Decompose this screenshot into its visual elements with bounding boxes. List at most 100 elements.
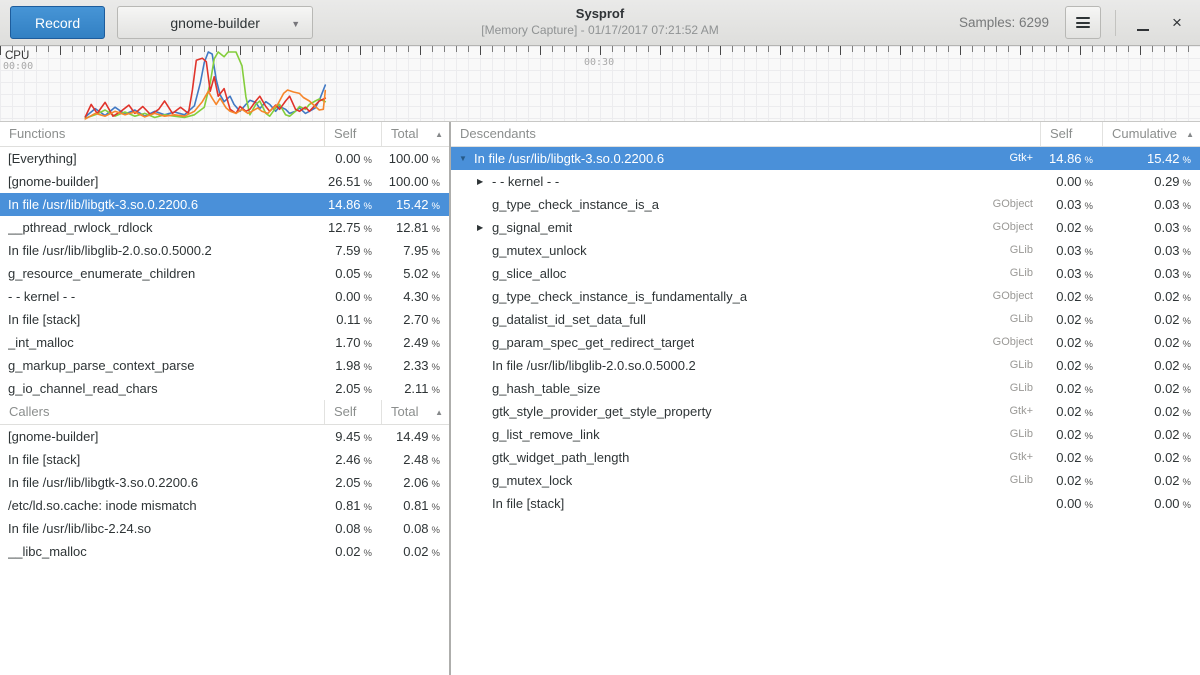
library-tag: GLib (1010, 377, 1040, 400)
expander-icon[interactable]: ▼ (459, 147, 474, 170)
record-button[interactable]: Record (10, 6, 105, 39)
library-tag: Gtk+ (1009, 147, 1040, 170)
cpu-timeline[interactable]: CPU 00:00 00:30 (0, 46, 1200, 122)
table-row[interactable]: In file [stack] 2.46% 2.48% (0, 448, 449, 471)
close-button[interactable]: × (1160, 6, 1194, 40)
tree-row[interactable]: g_datalist_id_set_data_full GLib 0.02% 0… (451, 308, 1200, 331)
tree-row[interactable]: g_type_check_instance_is_a GObject 0.03%… (451, 193, 1200, 216)
cumulative-percent: 0.02% (1102, 469, 1200, 492)
tree-row[interactable]: gtk_widget_path_length Gtk+ 0.02% 0.02% (451, 446, 1200, 469)
table-row[interactable]: /etc/ld.so.cache: inode mismatch 0.81% 0… (0, 494, 449, 517)
library-tag: GLib (1010, 423, 1040, 446)
tree-row[interactable]: In file [stack] 0.00% 0.00% (451, 492, 1200, 515)
total-percent: 5.02% (381, 262, 449, 285)
tree-row[interactable]: ▼ In file /usr/lib/libgtk-3.so.0.2200.6 … (451, 147, 1200, 170)
tree-row[interactable]: ▶ g_signal_emit GObject 0.02% 0.03% (451, 216, 1200, 239)
tree-row[interactable]: g_slice_alloc GLib 0.03% 0.03% (451, 262, 1200, 285)
function-name: - - kernel - - (8, 285, 75, 308)
cumulative-percent: 0.02% (1102, 423, 1200, 446)
tree-row[interactable]: g_param_spec_get_redirect_target GObject… (451, 331, 1200, 354)
descendants-cumulative-column-header[interactable]: ▲ Cumulative (1102, 122, 1200, 146)
function-name: g_list_remove_link (492, 423, 600, 446)
self-percent: 0.00% (324, 285, 381, 308)
headerbar: Record gnome-builder ▼ Sysprof [Memory C… (0, 0, 1200, 46)
process-selector-dropdown[interactable]: gnome-builder ▼ (117, 6, 313, 39)
total-percent: 100.00% (381, 170, 449, 193)
table-row[interactable]: _int_malloc 1.70% 2.49% (0, 331, 449, 354)
functions-self-column-header[interactable]: Self (324, 122, 381, 146)
functions-table-body: [Everything] 0.00% 100.00% [gnome-builde… (0, 147, 449, 400)
function-name: [gnome-builder] (8, 425, 98, 448)
menu-button[interactable] (1065, 6, 1101, 39)
tree-row[interactable]: g_mutex_lock GLib 0.02% 0.02% (451, 469, 1200, 492)
expander-icon[interactable]: ▶ (477, 216, 492, 239)
function-name: _int_malloc (8, 331, 74, 354)
self-percent: 0.02% (1040, 400, 1102, 423)
total-percent: 15.42% (381, 193, 449, 216)
table-row[interactable]: In file /usr/lib/libc-2.24.so 0.08% 0.08… (0, 517, 449, 540)
descendants-table-body: ▼ In file /usr/lib/libgtk-3.so.0.2200.6 … (451, 147, 1200, 515)
self-percent: 0.02% (324, 540, 381, 563)
time-label-start: 00:00 (3, 61, 33, 72)
table-row[interactable]: In file /usr/lib/libglib-2.0.so.0.5000.2… (0, 239, 449, 262)
sysprof-window: Record gnome-builder ▼ Sysprof [Memory C… (0, 0, 1200, 675)
table-row[interactable]: g_io_channel_read_chars 2.05% 2.11% (0, 377, 449, 400)
tree-row[interactable]: g_type_check_instance_is_fundamentally_a… (451, 285, 1200, 308)
self-percent: 0.02% (1040, 377, 1102, 400)
library-tag: GLib (1010, 469, 1040, 492)
tree-row[interactable]: g_mutex_unlock GLib 0.03% 0.03% (451, 239, 1200, 262)
callers-self-column-header[interactable]: Self (324, 400, 381, 424)
functions-column-header[interactable]: Functions (0, 122, 324, 146)
minimize-button[interactable] (1126, 6, 1160, 40)
chevron-down-icon: ▼ (291, 19, 300, 29)
library-tag: Gtk+ (1009, 446, 1040, 469)
table-row[interactable]: __libc_malloc 0.02% 0.02% (0, 540, 449, 563)
total-percent: 2.48% (381, 448, 449, 471)
sort-ascending-icon: ▲ (1186, 123, 1194, 146)
tree-row[interactable]: In file /usr/lib/libglib-2.0.so.0.5000.2… (451, 354, 1200, 377)
function-name: In file [stack] (8, 448, 80, 471)
table-row[interactable]: In file /usr/lib/libgtk-3.so.0.2200.6 2.… (0, 471, 449, 494)
function-name: [Everything] (8, 147, 77, 170)
cumulative-percent: 0.02% (1102, 446, 1200, 469)
table-row[interactable]: In file /usr/lib/libgtk-3.so.0.2200.6 14… (0, 193, 449, 216)
total-percent: 2.70% (381, 308, 449, 331)
descendants-self-column-header[interactable]: Self (1040, 122, 1102, 146)
close-icon: × (1172, 14, 1182, 31)
function-name: In file [stack] (8, 308, 80, 331)
left-pane: Functions Self ▲ Total [Everything] 0.00… (0, 122, 449, 675)
expander-icon[interactable]: ▶ (477, 170, 492, 193)
functions-total-column-header[interactable]: ▲ Total (381, 122, 449, 146)
callers-total-column-header[interactable]: ▲ Total (381, 400, 449, 424)
self-percent: 0.00% (1040, 170, 1102, 193)
sort-ascending-icon: ▲ (435, 123, 443, 146)
table-row[interactable]: [gnome-builder] 9.45% 14.49% (0, 425, 449, 448)
tree-row[interactable]: g_hash_table_size GLib 0.02% 0.02% (451, 377, 1200, 400)
cumulative-percent: 0.00% (1102, 492, 1200, 515)
self-percent: 14.86% (324, 193, 381, 216)
table-row[interactable]: - - kernel - - 0.00% 4.30% (0, 285, 449, 308)
function-name: g_markup_parse_context_parse (8, 354, 194, 377)
cumulative-percent: 0.02% (1102, 331, 1200, 354)
total-percent: 2.33% (381, 354, 449, 377)
tree-row[interactable]: gtk_style_provider_get_style_property Gt… (451, 400, 1200, 423)
table-row[interactable]: In file [stack] 0.11% 2.70% (0, 308, 449, 331)
table-row[interactable]: g_markup_parse_context_parse 1.98% 2.33% (0, 354, 449, 377)
library-tag: GLib (1010, 262, 1040, 285)
descendants-column-header[interactable]: Descendants (451, 122, 1040, 146)
tree-row[interactable]: ▶ - - kernel - - 0.00% 0.29% (451, 170, 1200, 193)
tree-row[interactable]: g_list_remove_link GLib 0.02% 0.02% (451, 423, 1200, 446)
table-row[interactable]: [Everything] 0.00% 100.00% (0, 147, 449, 170)
table-row[interactable]: g_resource_enumerate_children 0.05% 5.02… (0, 262, 449, 285)
callers-column-header[interactable]: Callers (0, 400, 324, 424)
total-percent: 7.95% (381, 239, 449, 262)
table-row[interactable]: [gnome-builder] 26.51% 100.00% (0, 170, 449, 193)
self-percent: 26.51% (324, 170, 381, 193)
total-percent: 100.00% (381, 147, 449, 170)
table-row[interactable]: __pthread_rwlock_rdlock 12.75% 12.81% (0, 216, 449, 239)
function-name: In file /usr/lib/libc-2.24.so (8, 517, 151, 540)
library-tag: GLib (1010, 239, 1040, 262)
self-percent: 0.03% (1040, 262, 1102, 285)
total-percent: 0.02% (381, 540, 449, 563)
library-tag: GObject (993, 216, 1040, 239)
